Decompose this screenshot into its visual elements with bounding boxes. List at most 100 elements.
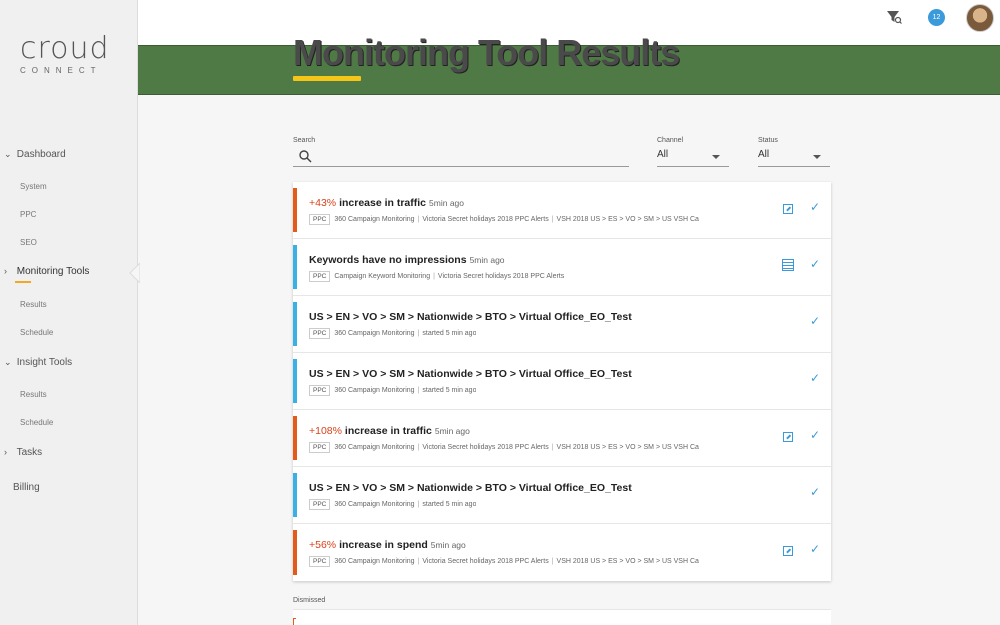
nav-label: Schedule <box>20 328 54 337</box>
meta-separator: | <box>417 387 420 394</box>
card-meta: PPC 360 Campaign Monitoring | started 5 min… <box>309 385 476 396</box>
chevron-right-icon: › <box>4 266 7 276</box>
external-link-icon[interactable] <box>783 546 793 556</box>
meta-separator: | <box>417 501 420 508</box>
nav-dashboard[interactable]: ⌄ Dashboard <box>0 149 138 160</box>
channel-tag: PPC <box>309 328 331 339</box>
meta-tool: 360 Campaign Monitoring <box>334 387 415 394</box>
percent-change: +56% <box>309 539 337 551</box>
card-title: US > EN > VO > SM > Nationwide > BTO > V… <box>309 482 632 494</box>
meta-campaign: VSH 2018 US > ES > VO > SM > US VSH Ca <box>556 444 699 451</box>
channel-tag: PPC <box>309 214 331 225</box>
notification-badge[interactable]: 12 <box>928 9 945 26</box>
card-title: Keywords have no impressions 5min ago <box>309 254 505 266</box>
nav-billing[interactable]: Billing <box>0 482 138 493</box>
chevron-down-icon <box>813 155 821 159</box>
card-title: +56% increase in spend 5min ago <box>309 539 466 551</box>
nav-label: Billing <box>13 482 40 493</box>
dismissed-item[interactable] <box>293 609 831 625</box>
meta-separator: | <box>551 216 554 223</box>
list-item[interactable]: US > EN > VO > SM > Nationwide > BTO > V… <box>293 296 831 353</box>
search-label: Search <box>293 137 316 144</box>
meta-separator: | <box>551 444 554 451</box>
status-value: All <box>758 149 770 160</box>
check-icon[interactable]: ✓ <box>810 485 820 499</box>
meta-account: Victoria Secret holidays 2018 PPC Alerts <box>422 216 549 223</box>
check-icon[interactable]: ✓ <box>810 371 820 385</box>
alert-indicator <box>293 416 297 460</box>
active-notch-icon <box>129 263 140 283</box>
nav-tasks[interactable]: › Tasks <box>0 447 138 458</box>
check-icon[interactable]: ✓ <box>810 542 820 556</box>
check-icon[interactable]: ✓ <box>810 314 820 328</box>
meta-tool: 360 Campaign Monitoring <box>334 501 415 508</box>
list-item[interactable]: US > EN > VO > SM > Nationwide > BTO > V… <box>293 467 831 524</box>
card-title: US > EN > VO > SM > Nationwide > BTO > V… <box>309 368 632 380</box>
document-icon[interactable] <box>782 259 794 271</box>
sidebar: croud CONNECT ⌄ Dashboard System PPC SEO… <box>0 0 140 625</box>
meta-separator: | <box>433 273 435 280</box>
external-link-icon[interactable] <box>783 204 793 214</box>
channel-label: Channel <box>657 137 684 144</box>
nav-label: Schedule <box>20 418 54 427</box>
nav-label: Tasks <box>16 447 43 458</box>
card-meta: PPC Campaign Keyword Monitoring | Victoria … <box>309 271 564 282</box>
alert-indicator <box>293 188 297 232</box>
list-item[interactable]: +108% increase in traffic 5min ago PPC 360… <box>293 410 831 467</box>
search-input[interactable] <box>316 148 626 164</box>
meta-tool: 360 Campaign Monitoring <box>334 330 415 337</box>
meta-separator: | <box>417 330 420 337</box>
nav-label: Monitoring Tools <box>16 266 90 277</box>
list-item[interactable]: +43% increase in traffic 5min ago PPC 360 … <box>293 182 831 239</box>
chevron-down-icon: ⌄ <box>4 357 12 367</box>
channel-tag: PPC <box>309 556 331 567</box>
nav-insight-schedule[interactable]: Schedule <box>0 418 138 427</box>
logo-subtitle: CONNECT <box>20 66 102 75</box>
card-meta: PPC 360 Campaign Monitoring | Victoria Secr… <box>309 556 699 567</box>
nav-monitoring-tools[interactable]: › Monitoring Tools <box>0 266 138 277</box>
timestamp: 5min ago <box>430 540 466 550</box>
list-item[interactable]: US > EN > VO > SM > Nationwide > BTO > V… <box>293 353 831 410</box>
alert-indicator <box>293 618 296 625</box>
card-meta: PPC 360 Campaign Monitoring | Victoria Secr… <box>309 442 699 453</box>
card-meta: PPC 360 Campaign Monitoring | Victoria Secr… <box>309 214 699 225</box>
status-label: Status <box>758 137 778 144</box>
external-link-icon[interactable] <box>783 432 793 442</box>
nav-insight-results[interactable]: Results <box>0 390 138 399</box>
channel-underline <box>657 166 729 167</box>
percent-change: +43% <box>309 197 337 209</box>
list-item[interactable]: Keywords have no impressions 5min ago PPC… <box>293 239 831 296</box>
check-icon[interactable]: ✓ <box>810 257 820 271</box>
info-indicator <box>293 245 297 289</box>
croud-logo[interactable]: croud CONNECT <box>20 31 120 76</box>
card-title-text: increase in spend <box>336 539 428 551</box>
meta-account: Victoria Secret holidays 2018 PPC Alerts <box>437 273 565 280</box>
check-icon[interactable]: ✓ <box>810 200 820 214</box>
logo-wordmark: croud <box>20 31 110 66</box>
nav-ppc[interactable]: PPC <box>0 210 138 219</box>
info-indicator <box>293 302 297 346</box>
dismissed-label: Dismissed <box>293 597 326 604</box>
meta-tool: 360 Campaign Monitoring <box>334 558 415 565</box>
nav-label: Results <box>20 390 47 399</box>
list-item[interactable]: +56% increase in spend 5min ago PPC 360 Ca… <box>293 524 831 581</box>
card-title: +108% increase in traffic 5min ago <box>309 425 470 437</box>
nav-monitoring-schedule[interactable]: Schedule <box>0 328 138 337</box>
nav-monitoring-results[interactable]: Results <box>0 300 138 309</box>
avatar[interactable] <box>966 4 994 32</box>
card-title-text: Keywords have no impressions <box>309 254 467 266</box>
meta-tool: 360 Campaign Monitoring <box>334 216 415 223</box>
search-underline <box>293 166 629 167</box>
nav-seo[interactable]: SEO <box>0 238 138 247</box>
meta-tool: 360 Campaign Monitoring <box>334 444 415 451</box>
nav-system[interactable]: System <box>0 182 138 191</box>
filter-search-icon[interactable] <box>886 9 902 25</box>
nav-label: Dashboard <box>16 149 66 160</box>
info-indicator <box>293 359 297 403</box>
card-meta: PPC 360 Campaign Monitoring | started 5 min… <box>309 328 476 339</box>
nav-insight-tools[interactable]: ⌄ Insight Tools <box>0 357 138 368</box>
check-icon[interactable]: ✓ <box>810 428 820 442</box>
timestamp: 5min ago <box>469 255 505 265</box>
nav-label: Insight Tools <box>16 357 73 368</box>
card-meta: PPC 360 Campaign Monitoring | started 5 min… <box>309 499 476 510</box>
